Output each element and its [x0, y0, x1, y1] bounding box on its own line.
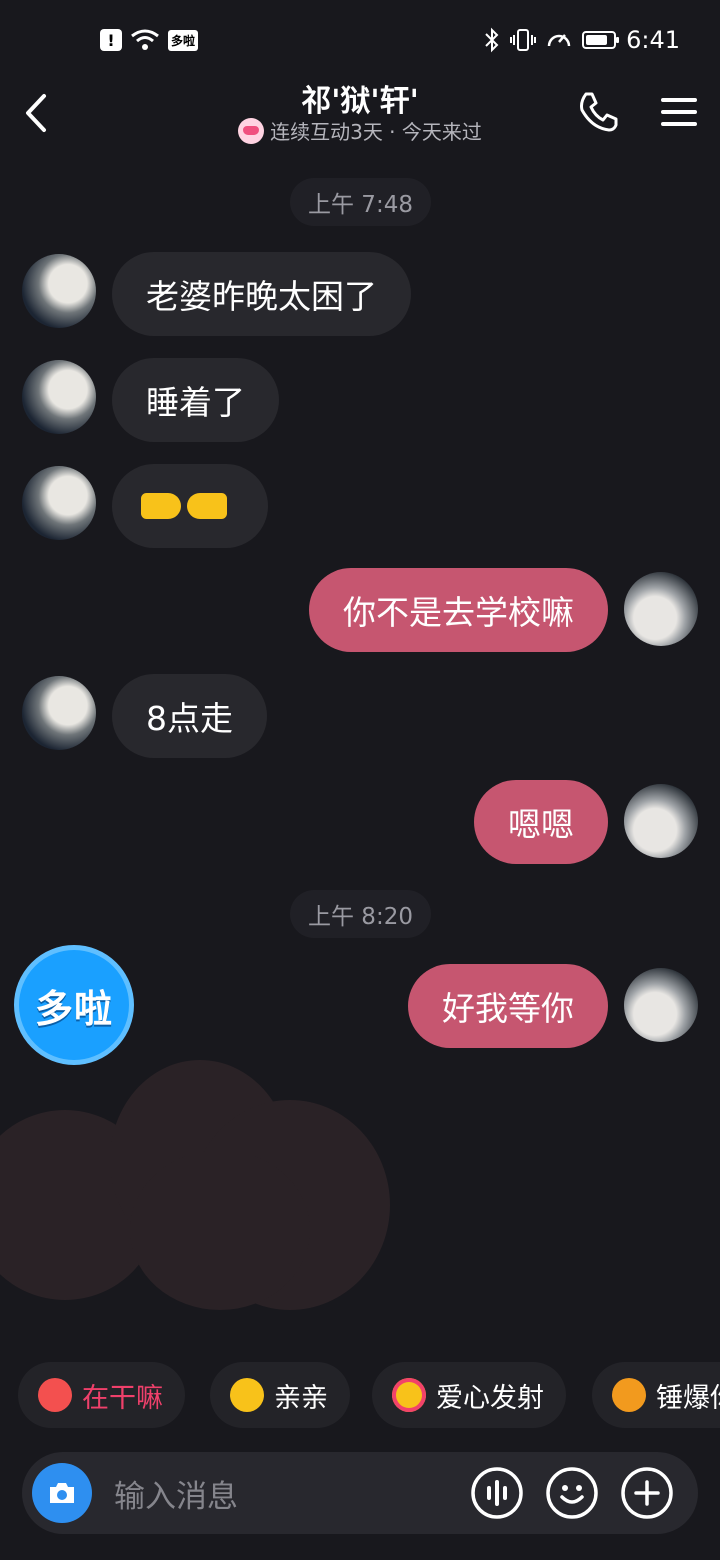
message-bubble-incoming[interactable]: 老婆昨晚太困了 [112, 252, 411, 336]
camera-button[interactable] [32, 1463, 92, 1523]
camera-icon [50, 1483, 74, 1503]
kiss-emoji-icon [230, 1378, 264, 1412]
bluetooth-icon [485, 27, 499, 53]
alert-icon: ! [100, 29, 122, 51]
status-text: 连续互动3天 · 今天来过 [270, 120, 482, 144]
wifi-icon [131, 29, 159, 50]
quick-reply-bar: 在干嘛 亲亲 爱心发射 锤爆你 [18, 1362, 720, 1428]
background-heart-decoration [130, 1150, 310, 1310]
pointing-right-hand-icon [141, 493, 181, 519]
chip-label: 亲亲 [274, 1382, 328, 1414]
message-bubble-incoming[interactable]: 8点走 [112, 674, 267, 758]
chat-header: 祁'狱'轩' 连续互动3天 · 今天来过 [0, 70, 720, 160]
battery-icon [582, 31, 620, 49]
status-bar: ! 多啦 6:41 [0, 0, 720, 80]
speed-icon [547, 34, 571, 47]
quick-reply-chip[interactable]: 锤爆你 [592, 1362, 720, 1428]
phone-call-icon[interactable] [576, 90, 620, 134]
quick-reply-chip[interactable]: 亲亲 [210, 1362, 350, 1428]
clock: 6:41 [626, 26, 680, 54]
my-avatar[interactable] [624, 784, 698, 858]
chip-label: 爱心发射 [436, 1382, 544, 1414]
kiss-lips-icon [238, 117, 265, 144]
contact-avatar[interactable] [22, 676, 96, 750]
message-bubble-outgoing[interactable]: 好我等你 [408, 964, 608, 1048]
message-input-bar: 输入消息 [22, 1452, 698, 1534]
quick-reply-chip[interactable]: 在干嘛 [18, 1362, 185, 1428]
app-badge: 多啦 [168, 29, 199, 51]
hammer-emoji-icon [612, 1378, 646, 1412]
message-bubble-incoming[interactable] [112, 464, 268, 548]
contact-avatar[interactable] [22, 466, 96, 540]
vibrate-icon [510, 29, 537, 51]
message-bubble-outgoing[interactable]: 你不是去学校嘛 [309, 568, 608, 652]
timestamp: 上午 8:20 [290, 890, 431, 938]
message-bubble-outgoing[interactable]: 嗯嗯 [474, 780, 608, 864]
duola-floating-button[interactable]: 多啦 [14, 945, 134, 1065]
timestamp: 上午 7:48 [290, 178, 431, 226]
emoji-button-icon[interactable] [545, 1466, 599, 1520]
add-more-button-icon[interactable] [620, 1466, 674, 1520]
my-avatar[interactable] [624, 968, 698, 1042]
message-input[interactable]: 输入消息 [114, 1452, 238, 1534]
camera-bear-icon [38, 1378, 72, 1412]
contact-avatar[interactable] [22, 360, 96, 434]
chip-label: 在干嘛 [82, 1382, 163, 1414]
my-avatar[interactable] [624, 572, 698, 646]
quick-reply-chip[interactable]: 爱心发射 [372, 1362, 566, 1428]
contact-avatar[interactable] [22, 254, 96, 328]
voice-button-icon[interactable] [470, 1466, 524, 1520]
pointing-left-hand-icon [187, 493, 227, 519]
heart-eyes-emoji-icon [392, 1378, 426, 1412]
menu-icon[interactable] [660, 92, 698, 132]
message-bubble-incoming[interactable]: 睡着了 [112, 358, 279, 442]
chip-label: 锤爆你 [656, 1382, 720, 1414]
